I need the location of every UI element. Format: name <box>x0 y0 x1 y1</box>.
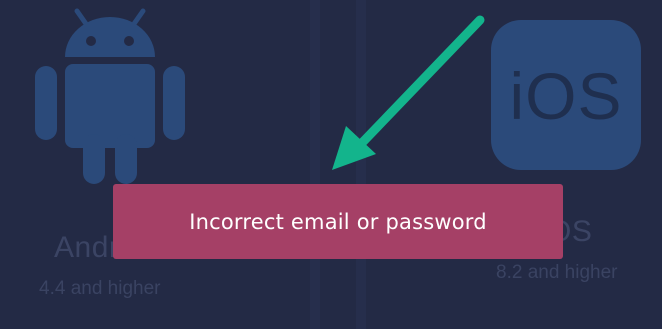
download-platforms-screen: Andr 4.4 and higher iOS OS 8.2 and highe… <box>0 0 662 329</box>
error-toast: Incorrect email or password <box>113 184 563 259</box>
pointer-arrow-icon <box>332 15 485 170</box>
error-message: Incorrect email or password <box>189 209 487 234</box>
